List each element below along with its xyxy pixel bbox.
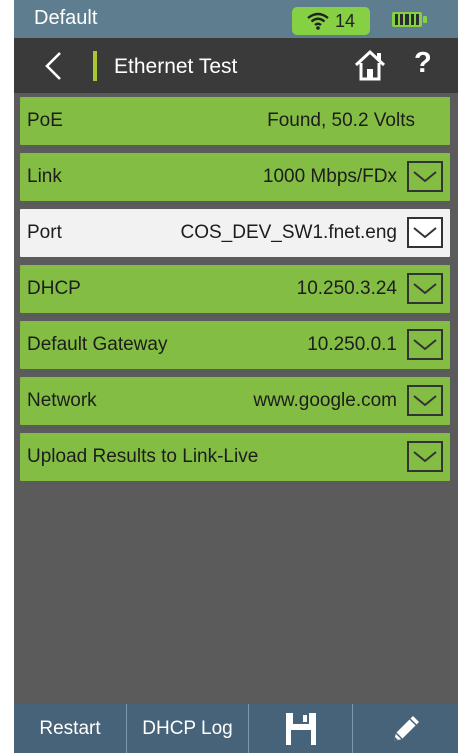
row-label: Default Gateway xyxy=(27,334,168,355)
row-upload-link-live[interactable]: Upload Results to Link-Live xyxy=(20,433,450,481)
page-title: Ethernet Test xyxy=(114,55,238,78)
expand-button[interactable] xyxy=(407,441,443,472)
row-port[interactable]: Port COS_DEV_SW1.fnet.eng xyxy=(20,209,450,257)
results-list: PoE Found, 50.2 Volts Link 1000 Mbps/FDx… xyxy=(20,97,450,489)
row-value: Found, 50.2 Volts xyxy=(267,110,415,131)
row-label: Upload Results to Link-Live xyxy=(27,446,259,467)
expand-button[interactable] xyxy=(407,161,443,192)
wifi-signal-value: 14 xyxy=(334,10,356,31)
bottom-toolbar: Restart DHCP Log xyxy=(14,704,458,753)
row-value: 1000 Mbps/FDx xyxy=(262,166,397,187)
expand-button[interactable] xyxy=(407,329,443,360)
battery-full-icon xyxy=(392,12,427,27)
row-label: Link xyxy=(27,166,62,187)
save-icon xyxy=(285,712,316,745)
row-dhcp[interactable]: DHCP 10.250.3.24 xyxy=(20,265,450,313)
row-label: PoE xyxy=(27,110,63,131)
row-label: DHCP xyxy=(27,278,81,299)
row-value: COS_DEV_SW1.fnet.eng xyxy=(180,222,398,243)
row-network[interactable]: Network www.google.com xyxy=(20,377,450,425)
chevron-down-icon xyxy=(413,171,437,183)
chevron-down-icon xyxy=(413,395,437,407)
expand-button[interactable] xyxy=(407,273,443,304)
row-label: Port xyxy=(27,222,62,243)
row-value: 10.250.3.24 xyxy=(296,278,397,299)
dhcp-log-button[interactable]: DHCP Log xyxy=(126,704,248,753)
row-poe[interactable]: PoE Found, 50.2 Volts xyxy=(20,97,450,145)
wifi-badge: 14 xyxy=(292,7,370,35)
pencil-icon xyxy=(393,715,419,741)
chevron-down-icon xyxy=(413,227,437,239)
row-label: Network xyxy=(27,390,97,411)
device-screen: Default 14 Ethernet Test ? PoE Found, 50… xyxy=(14,0,458,753)
row-value: 10.250.0.1 xyxy=(307,334,397,355)
row-value: www.google.com xyxy=(253,390,397,411)
status-bar: Default 14 xyxy=(14,0,458,38)
row-default-gateway[interactable]: Default Gateway 10.250.0.1 xyxy=(20,321,450,369)
chevron-down-icon xyxy=(413,339,437,351)
edit-button[interactable] xyxy=(352,704,458,753)
back-arrow-icon[interactable] xyxy=(40,50,70,82)
restart-button[interactable]: Restart xyxy=(14,704,126,753)
wifi-icon xyxy=(307,12,329,30)
save-button[interactable] xyxy=(248,704,352,753)
expand-button[interactable] xyxy=(407,385,443,416)
profile-name: Default xyxy=(34,7,98,29)
header-bar: Ethernet Test ? xyxy=(14,38,458,93)
home-icon[interactable] xyxy=(353,49,387,81)
expand-button[interactable] xyxy=(407,217,443,248)
chevron-down-icon xyxy=(413,283,437,295)
help-icon[interactable]: ? xyxy=(414,47,432,80)
chevron-down-icon xyxy=(413,451,437,463)
header-divider xyxy=(93,51,97,81)
row-link[interactable]: Link 1000 Mbps/FDx xyxy=(20,153,450,201)
